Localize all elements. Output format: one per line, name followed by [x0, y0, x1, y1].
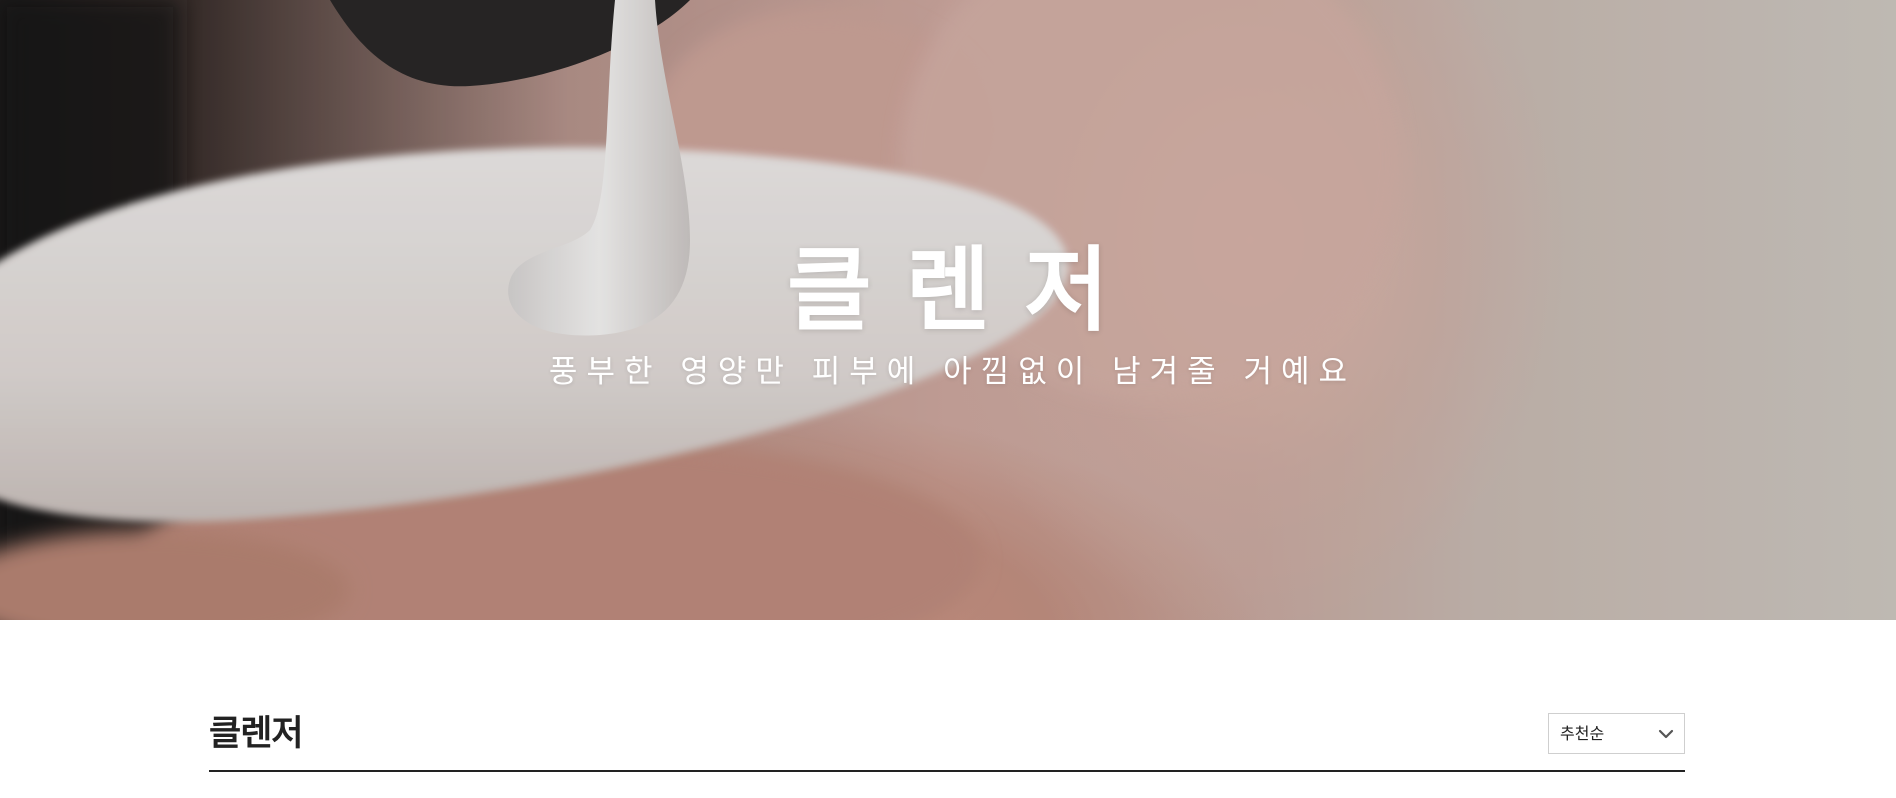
category-title: 클렌저 [209, 714, 304, 754]
hero-title: 클렌저 [787, 237, 1143, 344]
sort-selected-value: 추천순 [1560, 724, 1605, 743]
hero-banner: 클렌저 풍부한 영양만 피부에 아낌없이 남겨줄 거예요 [0, 0, 1896, 620]
chevron-down-icon [1658, 729, 1674, 739]
sort-select[interactable]: 추천순 [1548, 713, 1685, 754]
category-header: 클렌저 추천순 [209, 700, 1685, 772]
hero-subtitle: 풍부한 영양만 피부에 아낌없이 남겨줄 거예요 [548, 354, 1357, 390]
